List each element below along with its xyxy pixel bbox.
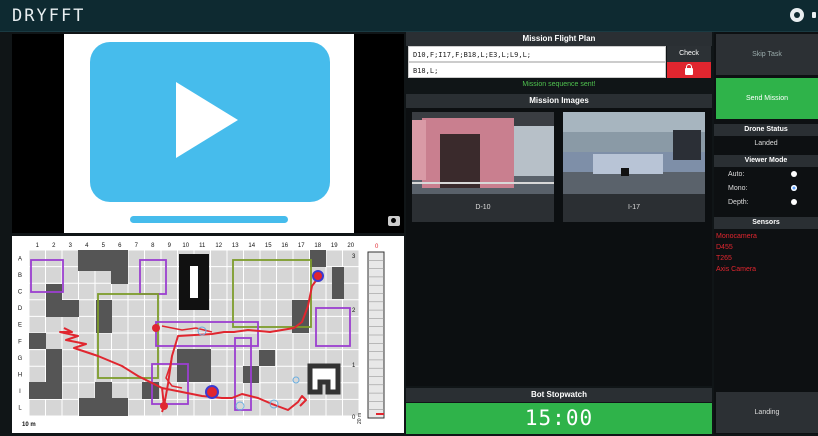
send-mission-button[interactable]: Send Mission	[716, 78, 818, 119]
viewer-mode-header: Viewer Mode	[714, 155, 818, 167]
obstacle	[111, 267, 128, 284]
map-column-label: 10	[182, 243, 189, 249]
map-column-label: 7	[135, 243, 139, 249]
obstacle	[46, 284, 62, 317]
lock-icon	[685, 64, 693, 75]
map-column-label: 11	[199, 243, 206, 249]
sensor-item: Axis Camera	[716, 266, 757, 273]
obstacle	[29, 333, 46, 349]
map-column-label: 12	[215, 243, 222, 249]
obstacle	[46, 349, 62, 382]
viewer-option-label: Mono:	[728, 185, 748, 192]
video-progress	[130, 216, 288, 223]
waypoint-marker	[312, 270, 324, 282]
flight-plan-input-secondary[interactable]: B18,L;	[408, 62, 666, 78]
mission-image-card[interactable]: D-10	[412, 112, 554, 222]
map-column-label: 20	[347, 243, 354, 249]
mission-image-card[interactable]: I-17	[563, 112, 705, 222]
brand-logo: DRYFFT	[12, 6, 86, 26]
obstacle	[332, 267, 344, 299]
map-row-label: F	[18, 339, 22, 345]
check-button[interactable]: Check	[667, 46, 711, 62]
obstacle	[62, 300, 79, 317]
map-column-label: 1	[36, 243, 40, 249]
map-row-label: H	[18, 373, 22, 379]
mission-image-label: I-17	[627, 204, 641, 211]
mission-image-label: D-10	[475, 204, 491, 211]
viewer-option-auto[interactable]: Auto:	[728, 168, 818, 181]
map-svg: 1 2 3 4 5 6 7 8 9 10 11 12 13 14 15 16 17 18 19 20 ABCDEFGH…	[18, 243, 385, 428]
drone-status-header: Drone Status	[714, 124, 818, 136]
sensor-item: T265	[716, 255, 732, 262]
landing-button[interactable]: Landing	[716, 392, 818, 433]
viewer-option-label: Auto:	[728, 171, 745, 178]
obstacle	[29, 382, 62, 399]
mission-image	[563, 112, 705, 194]
play-icon[interactable]	[176, 82, 238, 158]
drone-status-value: Landed	[754, 140, 778, 147]
pillar-core	[190, 266, 198, 298]
map-row-label: L	[18, 406, 22, 412]
map-row-label: E	[18, 323, 22, 329]
stopwatch-header: Bot Stopwatch	[406, 388, 712, 402]
map-column-label: 13	[232, 243, 239, 249]
radio-button[interactable]	[791, 199, 797, 205]
map-column-label: 14	[248, 243, 255, 249]
map-column-label: 15	[265, 243, 272, 249]
camera-icon[interactable]	[388, 216, 400, 226]
waypoint-marker	[152, 324, 160, 332]
viewer-option-depth[interactable]: Depth:	[728, 196, 818, 209]
map-column-label: 6	[118, 243, 122, 249]
app-root: DRYFFT 1 2 3 4 5 6 7 8 9 10 11 12 13 14 15 16 17 18 19 20 A…	[0, 0, 818, 436]
map-column-labels: 1 2 3 4 5 6 7 8 9 10 11 12 13 14 15 16 17 18 19 20	[36, 243, 355, 249]
arena-map: 1 2 3 4 5 6 7 8 9 10 11 12 13 14 15 16 17 18 19 20 ABCDEFGH…	[12, 236, 404, 433]
radio-button[interactable]	[791, 171, 797, 177]
top-bar: DRYFFT	[0, 0, 818, 32]
height-unit: 20 m	[357, 413, 363, 424]
mission-images-header: Mission Images	[406, 94, 712, 108]
map-row-labels: A B C D E F G H I L	[18, 256, 23, 411]
flight-plan-input[interactable]: D10,F;I17,F;B18,L;E3,L;L9,L;	[408, 46, 666, 62]
map-column-label: 3	[69, 243, 73, 249]
mission-image	[412, 112, 554, 194]
map-row-label: G	[18, 356, 23, 362]
map-row-label: I	[19, 389, 21, 395]
viewer-option-mono[interactable]: Mono:	[728, 182, 818, 195]
radio-button-selected[interactable]	[791, 185, 797, 191]
scale-label: 10 m	[22, 422, 36, 428]
map-column-label: 8	[151, 243, 155, 249]
map-row-label: C	[18, 290, 23, 296]
obstacle	[177, 349, 211, 382]
obstacle	[310, 250, 326, 267]
map-column-label: 19	[331, 243, 338, 249]
obstacle	[259, 350, 275, 366]
stopwatch-display: 15:00	[406, 403, 712, 434]
viewer-option-label: Depth:	[728, 199, 749, 206]
map-row-label: B	[18, 273, 22, 279]
map-column-label: 5	[102, 243, 106, 249]
menu-icon[interactable]	[812, 12, 816, 18]
lock-button[interactable]	[667, 62, 711, 78]
obstacle	[95, 382, 112, 398]
waypoint-marker	[160, 402, 168, 410]
sensor-item: D455	[716, 244, 733, 251]
mission-sent-message: Mission sequence sent!	[522, 81, 596, 88]
map-column-label: 2	[52, 243, 56, 249]
map-column-label: 18	[314, 243, 321, 249]
map-row-label: A	[18, 256, 22, 262]
map-column-label: 9	[168, 243, 172, 249]
height-scale-top: 0	[375, 244, 379, 250]
map-column-label: 4	[85, 243, 89, 249]
obstacle	[79, 398, 128, 416]
map-column-label: 17	[298, 243, 305, 249]
map-column-label: 16	[281, 243, 288, 249]
skip-task-button[interactable]: Skip Task	[716, 34, 818, 75]
sensor-item: Monocamera	[716, 233, 757, 240]
drone-position-marker	[205, 385, 219, 399]
settings-icon[interactable]	[790, 8, 804, 22]
flight-plan-header: Mission Flight Plan	[406, 32, 712, 46]
sensors-header: Sensors	[714, 217, 818, 229]
map-row-label: D	[18, 306, 23, 312]
